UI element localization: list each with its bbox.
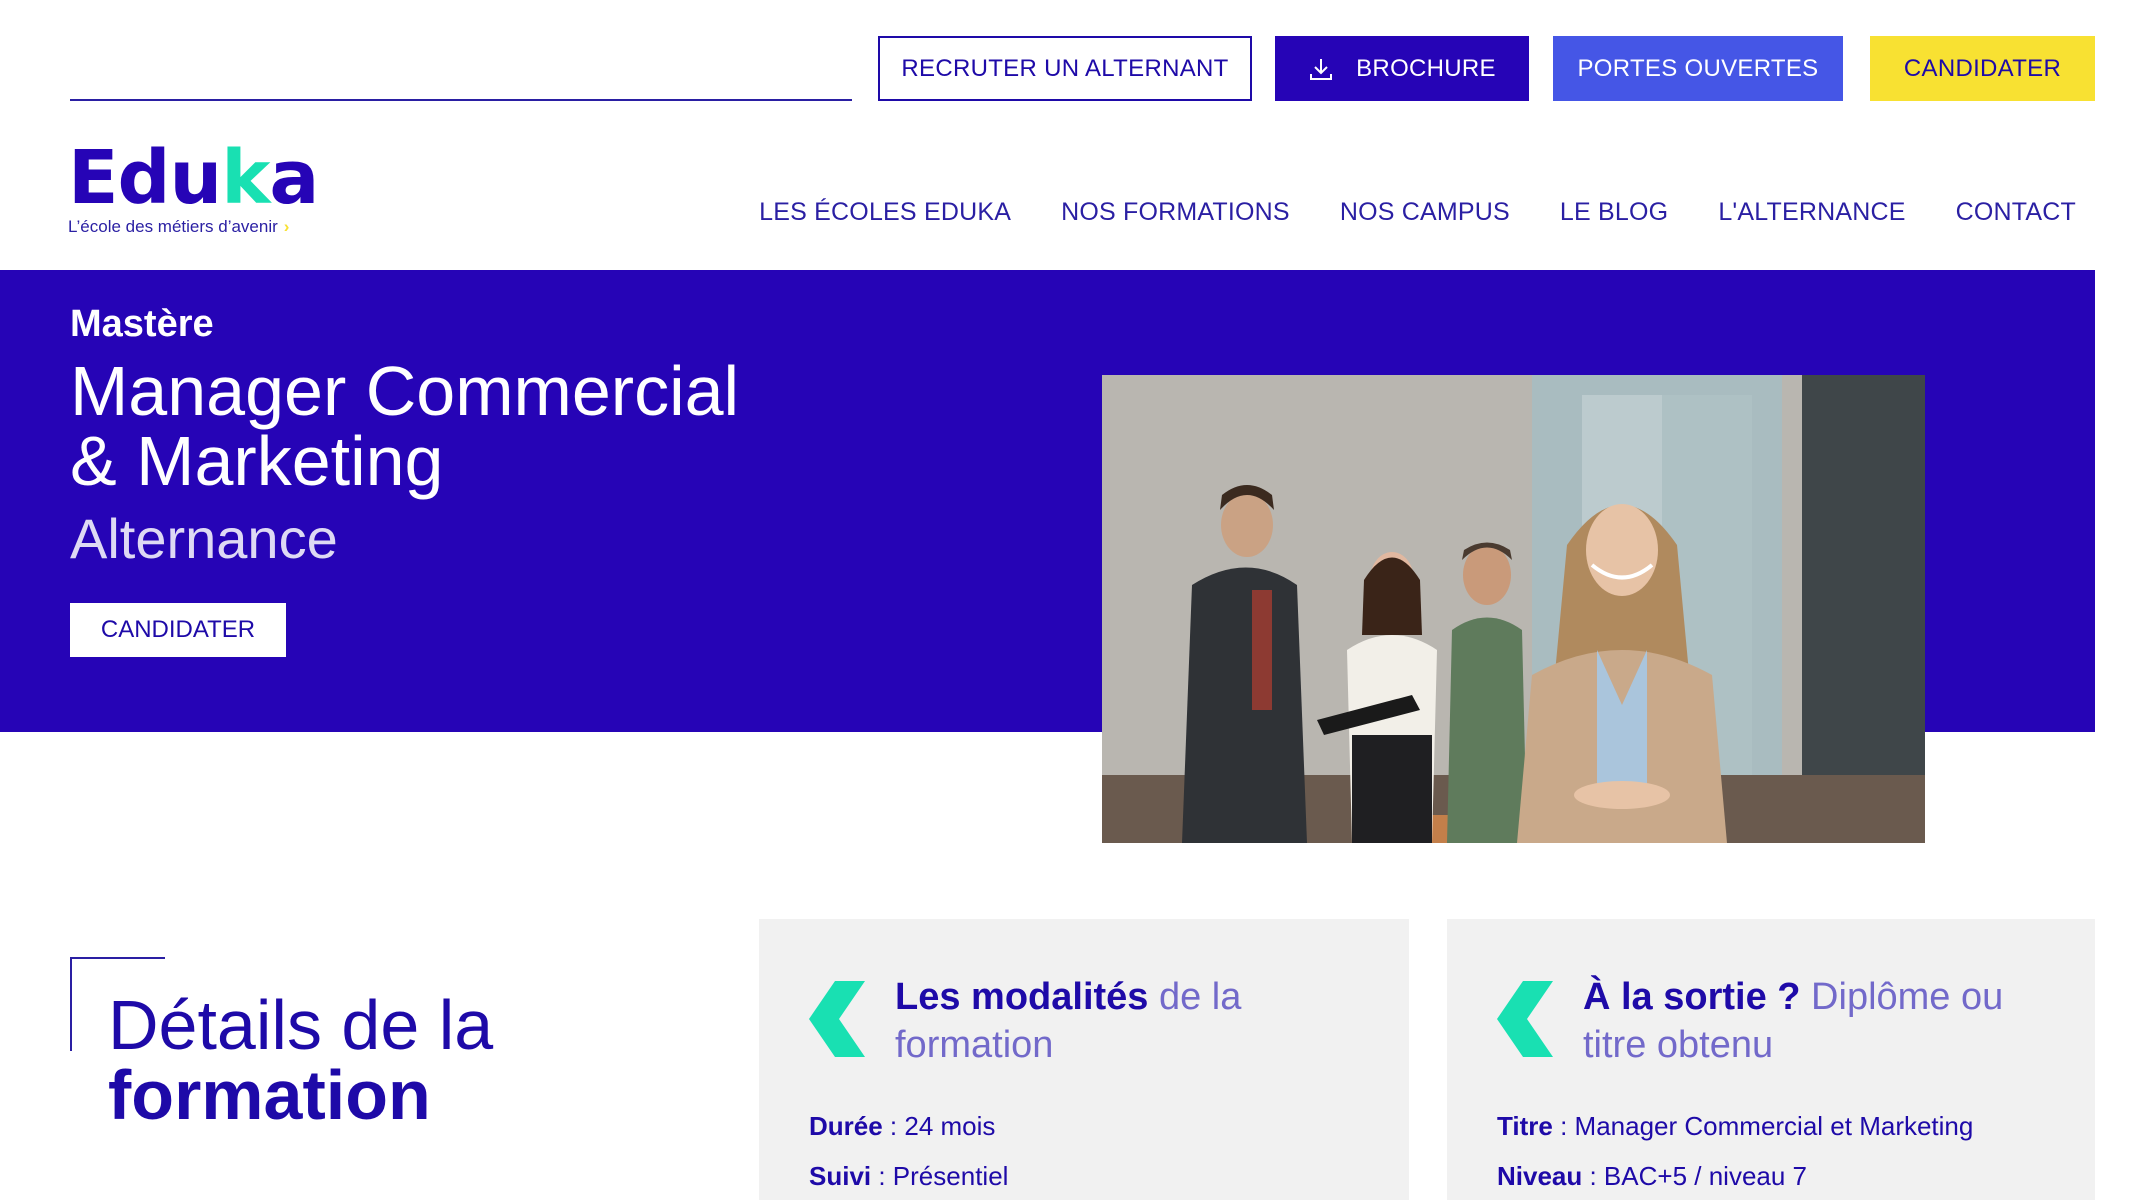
- hero-subtitle: Alternance: [70, 507, 338, 570]
- hero-kicker: Mastère: [70, 303, 214, 345]
- sortie-heading-strong: À la sortie ?: [1583, 976, 1801, 1018]
- details-title-light: Détails de la: [108, 986, 494, 1064]
- modalites-heading: Les modalités de la formation: [895, 973, 1375, 1069]
- recruter-alternant-label: RECRUTER UN ALTERNANT: [901, 54, 1229, 82]
- titre-line: Titre : Manager Commercial et Marketing: [1497, 1111, 1973, 1142]
- duree-label: Durée: [809, 1111, 883, 1141]
- details-frame-top: [70, 957, 165, 959]
- duree-line: Durée : 24 mois: [809, 1111, 995, 1142]
- nav-item-alternance[interactable]: L'ALTERNANCE: [1718, 198, 1905, 227]
- sortie-heading: À la sortie ? Diplôme ou titre obtenu: [1583, 973, 2063, 1069]
- logo-word-start: Edu: [68, 135, 222, 221]
- chevron-left-icon: [1495, 979, 1555, 1059]
- recruter-alternant-button[interactable]: RECRUTER UN ALTERNANT: [878, 36, 1252, 101]
- logo-word-end: a: [269, 135, 319, 221]
- nav-item-blog[interactable]: LE BLOG: [1560, 198, 1668, 227]
- titre-label: Titre: [1497, 1111, 1553, 1141]
- chevron-right-icon: ›: [283, 217, 290, 236]
- nav-item-campus[interactable]: NOS CAMPUS: [1340, 198, 1510, 227]
- candidater-top-label: CANDIDATER: [1903, 54, 2062, 82]
- nav-item-contact[interactable]: CONTACT: [1956, 198, 2076, 227]
- details-title: Détails de la formation: [108, 990, 493, 1130]
- portes-ouvertes-label: PORTES OUVERTES: [1577, 54, 1819, 82]
- modalites-heading-strong: Les modalités: [895, 976, 1149, 1018]
- nav-item-formations[interactable]: NOS FORMATIONS: [1061, 198, 1290, 227]
- details-title-bold: formation: [108, 1056, 431, 1134]
- hero-photo: [1102, 375, 1925, 843]
- logo-word-k: k: [221, 135, 270, 221]
- details-frame-left: [70, 957, 72, 1051]
- suivi-label: Suivi: [809, 1161, 872, 1191]
- chevron-left-icon: [807, 979, 867, 1059]
- suivi-value: : Présentiel: [871, 1161, 1009, 1191]
- logo-tagline-text: L’école des métiers d’avenir: [68, 217, 278, 236]
- nav-item-ecoles[interactable]: LES ÉCOLES EDUKA: [759, 198, 1011, 227]
- logo-wordmark: Eduka: [68, 141, 319, 215]
- download-icon: [1308, 56, 1334, 82]
- niveau-label: Niveau: [1497, 1161, 1583, 1191]
- hero-title-line2: & Marketing: [70, 422, 444, 500]
- niveau-value: : BAC+5 / niveau 7: [1582, 1161, 1808, 1191]
- titre-value: : Manager Commercial et Marketing: [1552, 1111, 1974, 1141]
- page: RECRUTER UN ALTERNANT BROCHURE PORTES OU…: [0, 0, 2130, 1200]
- portes-ouvertes-button[interactable]: PORTES OUVERTES: [1553, 36, 1843, 101]
- modalites-card: Les modalités de la formation Durée : 24…: [759, 919, 1409, 1200]
- sortie-card: À la sortie ? Diplôme ou titre obtenu Ti…: [1447, 919, 2095, 1200]
- eduka-logo[interactable]: Eduka L’école des métiers d’avenir ›: [68, 141, 319, 237]
- hero-title-line1: Manager Commercial: [70, 352, 740, 430]
- duree-value: : 24 mois: [882, 1111, 996, 1141]
- suivi-line: Suivi : Présentiel: [809, 1161, 1008, 1192]
- hero-title: Manager Commercial & Marketing: [70, 356, 890, 496]
- main-nav: LES ÉCOLES EDUKA NOS FORMATIONS NOS CAMP…: [759, 198, 2076, 227]
- candidater-top-button[interactable]: CANDIDATER: [1870, 36, 2095, 101]
- header-divider-line: [70, 99, 852, 101]
- hero-candidater-label: CANDIDATER: [100, 616, 256, 643]
- brochure-label: BROCHURE: [1356, 54, 1496, 82]
- hero-candidater-button[interactable]: CANDIDATER: [70, 603, 286, 657]
- niveau-line: Niveau : BAC+5 / niveau 7: [1497, 1161, 1807, 1192]
- brochure-button[interactable]: BROCHURE: [1275, 36, 1529, 101]
